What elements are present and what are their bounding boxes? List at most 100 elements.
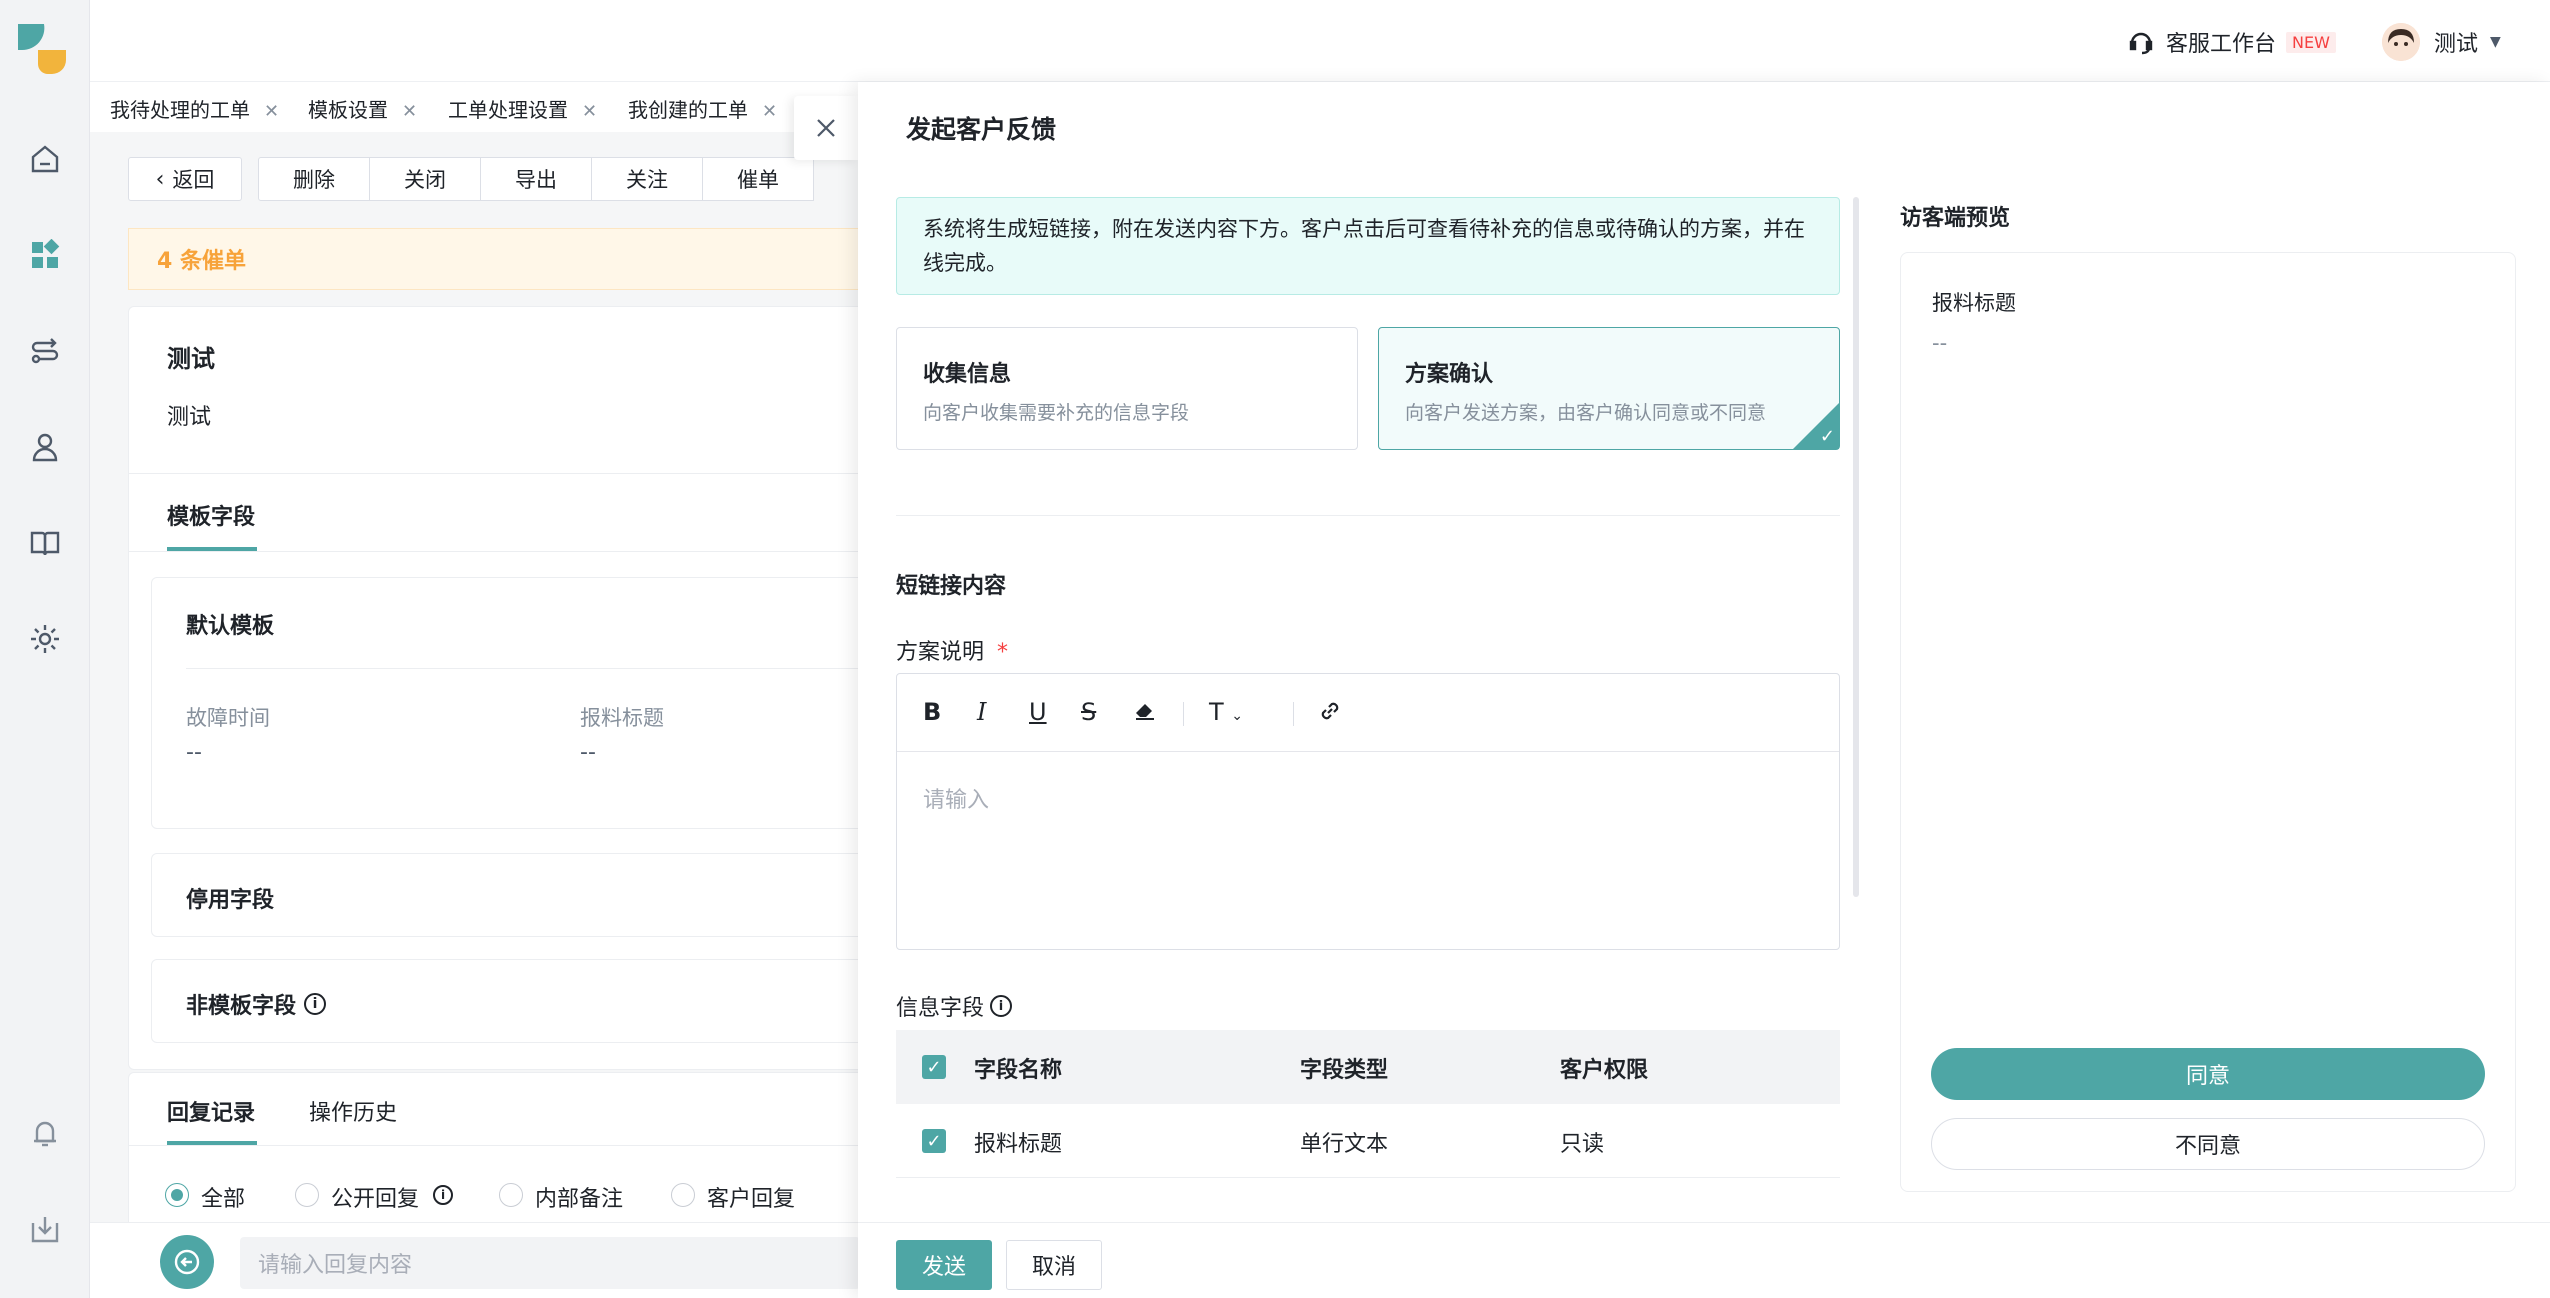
user-menu[interactable]: 测试 ▼ [2382, 22, 2501, 62]
disagree-button[interactable]: 不同意 [1931, 1118, 2485, 1170]
urge-button[interactable]: 催单 [702, 157, 814, 201]
report-title-value: -- [580, 740, 596, 765]
filter-label: 公开回复 [331, 1187, 420, 1212]
reply-bar: 请输入回复内容 [90, 1222, 860, 1298]
headset-icon [2128, 29, 2154, 55]
flow-icon[interactable] [24, 330, 66, 372]
filter-label: 内部备注 [535, 1187, 624, 1212]
tab-reply-records[interactable]: 回复记录 [167, 1095, 255, 1127]
preview-field-value: -- [1932, 331, 1948, 355]
filter-all[interactable]: 全部 [165, 1181, 285, 1212]
option-collect-info[interactable]: 收集信息 向客户收集需要补充的信息字段 [896, 327, 1358, 450]
export-button[interactable]: 导出 [480, 157, 592, 201]
tab-label: 我待处理的工单 [110, 98, 250, 122]
close-icon[interactable]: ✕ [264, 101, 279, 122]
non-template-fields-label: 非模板字段 [186, 994, 297, 1019]
table-row[interactable]: ✓ 报料标题 单行文本 只读 [896, 1104, 1840, 1178]
option-plan-confirm[interactable]: 方案确认 向客户发送方案，由客户确认同意或不同意 ✓ [1378, 327, 1840, 450]
option-desc: 向客户收集需要补充的信息字段 [923, 402, 1190, 424]
default-template-title: 默认模板 [186, 614, 275, 639]
col-field-type: 字段类型 [1300, 1058, 1389, 1083]
filter-label: 客户回复 [707, 1187, 796, 1212]
disabled-fields-title: 停用字段 [186, 888, 275, 913]
option-desc: 向客户发送方案，由客户确认同意或不同意 [1405, 402, 1767, 424]
drawer-close-button[interactable] [794, 96, 858, 160]
sidebar [0, 0, 90, 1298]
urge-banner[interactable]: 4 条催单 [128, 228, 868, 290]
section-title: 短链接内容 [896, 574, 1007, 599]
delete-button[interactable]: 删除 [258, 157, 370, 201]
bold-icon[interactable]: B [923, 698, 941, 726]
close-icon [817, 119, 835, 137]
close-icon[interactable]: ✕ [762, 101, 777, 122]
row-checkbox[interactable]: ✓ [922, 1129, 946, 1153]
col-field-name: 字段名称 [974, 1058, 1063, 1083]
link-icon[interactable] [1317, 698, 1343, 730]
toolbar-separator [1183, 702, 1184, 726]
customer-icon[interactable] [24, 426, 66, 468]
agree-button[interactable]: 同意 [1931, 1048, 2485, 1100]
user-name: 测试 [2434, 32, 2479, 57]
send-button[interactable]: 发送 [896, 1240, 992, 1290]
notification-bell-icon[interactable] [24, 1112, 66, 1154]
radio-selected[interactable] [165, 1183, 189, 1207]
download-icon[interactable] [24, 1208, 66, 1250]
toolbar-separator [1293, 702, 1294, 726]
fault-time-label: 故障时间 [186, 706, 270, 730]
back-label: 返回 [172, 168, 215, 192]
divider [129, 551, 869, 552]
preview-field-label: 报料标题 [1932, 291, 2016, 315]
follow-button[interactable]: 关注 [591, 157, 703, 201]
editor-toolbar: B I U S T ⌄ [897, 674, 1839, 752]
rich-text-editor: B I U S T ⌄ 请输入 [896, 673, 1840, 950]
info-icon[interactable]: i [304, 993, 327, 1015]
reply-action-button[interactable] [160, 1235, 214, 1289]
ticket-description: 测试 [167, 405, 212, 430]
plan-label: 方案说明 * [896, 634, 1008, 666]
drawer-footer [858, 1222, 2550, 1298]
back-button[interactable]: ‹ 返回 [128, 157, 242, 201]
cell-permission: 只读 [1560, 1132, 1605, 1157]
eraser-icon[interactable] [1133, 698, 1157, 728]
home-icon[interactable] [24, 138, 66, 180]
workspace-label: 客服工作台 [2166, 32, 2277, 57]
radio[interactable] [295, 1183, 319, 1207]
filter-public-reply[interactable]: 公开回复 i [295, 1181, 495, 1212]
knowledge-book-icon[interactable] [24, 522, 66, 564]
cancel-button[interactable]: 取消 [1006, 1240, 1102, 1290]
chevron-down-icon: ⌄ [1231, 708, 1244, 724]
tab-my-created-workorders[interactable]: 我创建的工单 ✕ [628, 94, 777, 123]
disabled-fields-panel[interactable]: 停用字段 [151, 853, 869, 937]
strikethrough-icon[interactable]: S [1081, 698, 1096, 726]
drawer-title: 发起客户反馈 [906, 115, 1057, 144]
tab-processing-settings[interactable]: 工单处理设置 ✕ [448, 94, 597, 123]
italic-icon[interactable]: I [977, 698, 986, 726]
tab-pending-workorders[interactable]: 我待处理的工单 ✕ [110, 94, 279, 123]
divider [129, 473, 869, 474]
workspace-link[interactable]: 客服工作台 NEW [2128, 24, 2336, 60]
info-icon[interactable]: i [433, 1185, 453, 1205]
workorder-icon[interactable] [24, 234, 66, 276]
non-template-fields-panel[interactable]: 非模板字段 i [151, 959, 869, 1043]
editor-body[interactable]: 请输入 [897, 752, 1839, 950]
select-all-checkbox[interactable]: ✓ [922, 1055, 946, 1079]
close-icon[interactable]: ✕ [402, 101, 417, 122]
filter-internal-note[interactable]: 内部备注 [499, 1181, 669, 1212]
drawer-scrollbar[interactable] [1853, 197, 1859, 897]
underline-icon[interactable]: U [1029, 698, 1047, 726]
close-icon[interactable]: ✕ [582, 101, 597, 122]
close-ticket-button[interactable]: 关闭 [369, 157, 481, 201]
chevron-left-icon: ‹ [155, 166, 165, 192]
radio[interactable] [499, 1183, 523, 1207]
info-icon[interactable]: i [990, 995, 1013, 1017]
tab-template-fields[interactable]: 模板字段 [167, 499, 255, 531]
cell-field-name: 报料标题 [974, 1132, 1063, 1157]
tab-operation-history[interactable]: 操作历史 [309, 1095, 397, 1127]
tab-template-settings[interactable]: 模板设置 ✕ [308, 94, 417, 123]
reply-input[interactable]: 请输入回复内容 [240, 1237, 860, 1289]
filter-customer-reply[interactable]: 客户回复 [671, 1181, 841, 1212]
radio[interactable] [671, 1183, 695, 1207]
settings-gear-icon[interactable] [24, 618, 66, 660]
info-hint: 系统将生成短链接，附在发送内容下方。客户点击后可查看待补充的信息或待确认的方案，… [896, 197, 1840, 295]
font-size-icon[interactable]: T ⌄ [1209, 698, 1243, 726]
